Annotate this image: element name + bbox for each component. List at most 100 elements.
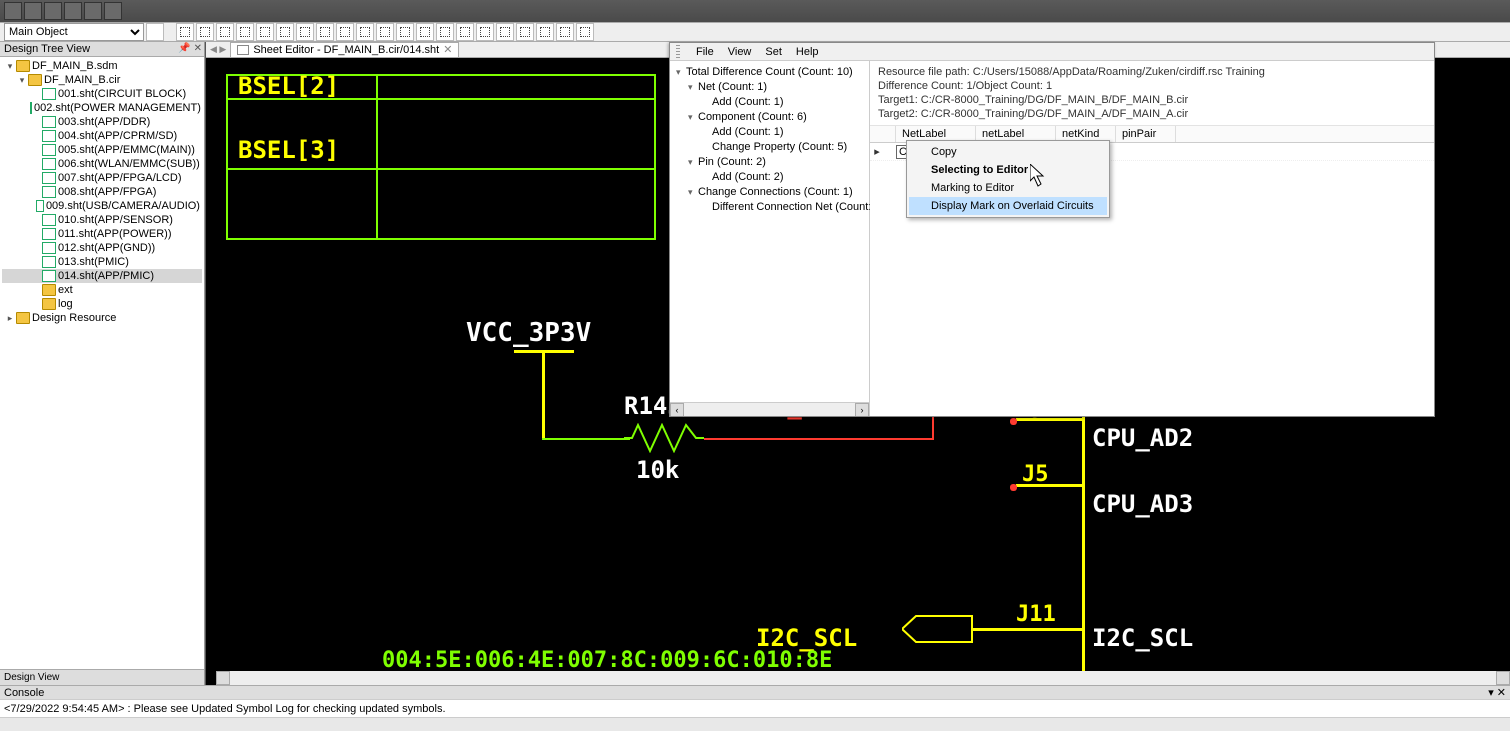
tool-icon[interactable] <box>146 23 164 41</box>
tree-sheet[interactable]: 009.sht(USB/CAMERA/AUDIO) <box>46 199 200 213</box>
tree-sheet[interactable]: 006.sht(WLAN/EMMC(SUB)) <box>58 157 200 171</box>
tool-icon[interactable] <box>236 23 254 41</box>
close-icon[interactable]: ✕ <box>443 43 452 58</box>
tool-icon[interactable] <box>64 2 82 20</box>
object-selector[interactable]: Main Object <box>4 23 144 41</box>
scroll-right-icon[interactable] <box>1496 671 1510 685</box>
tool-icon[interactable] <box>196 23 214 41</box>
tree-sheet[interactable]: 012.sht(APP(GND)) <box>58 241 155 255</box>
status-bar <box>0 717 1510 731</box>
menu-set[interactable]: Set <box>765 46 782 58</box>
folder-icon <box>16 60 30 72</box>
diff-root[interactable]: Total Difference Count (Count: 10) <box>686 66 853 78</box>
pin-icon[interactable]: ▾ ✕ <box>1488 686 1506 700</box>
menu-file[interactable]: File <box>696 46 714 58</box>
tree-sheet[interactable]: 007.sht(APP/FPGA/LCD) <box>58 171 182 185</box>
ctx-copy[interactable]: Copy <box>909 143 1107 161</box>
grip-icon[interactable] <box>676 45 680 59</box>
editor-tab[interactable]: Sheet Editor - DF_MAIN_B.cir/014.sht ✕ <box>230 42 459 57</box>
design-tree[interactable]: ▾DF_MAIN_B.sdm ▾DF_MAIN_B.cir 001.sht(CI… <box>0 57 204 669</box>
ctx-select-editor[interactable]: Selecting to Editor <box>909 161 1107 179</box>
resistor-icon <box>624 423 704 453</box>
scroll-left-icon[interactable] <box>216 671 230 685</box>
tree-log[interactable]: log <box>58 297 73 311</box>
scroll-right-icon[interactable]: › <box>855 403 869 416</box>
diff-net-add[interactable]: Add (Count: 1) <box>712 96 784 108</box>
ctx-overlay-mark[interactable]: Display Mark on Overlaid Circuits <box>909 197 1107 215</box>
net-label: I2C_SCL <box>1092 624 1193 652</box>
sheet-icon <box>42 186 56 198</box>
sheet-icon <box>42 144 56 156</box>
diff-comp-chg[interactable]: Change Property (Count: 5) <box>712 141 847 153</box>
tree-sheet[interactable]: 005.sht(APP/EMMC(MAIN)) <box>58 143 195 157</box>
diff-conn[interactable]: Change Connections (Count: 1) <box>698 186 853 198</box>
tool-icon[interactable] <box>356 23 374 41</box>
tool-icon[interactable] <box>276 23 294 41</box>
tree-sheet[interactable]: 002.sht(POWER MANAGEMENT) <box>34 101 201 115</box>
tree-sheet[interactable]: 010.sht(APP/SENSOR) <box>58 213 173 227</box>
difference-tree[interactable]: ▾Total Difference Count (Count: 10) ▾Net… <box>670 61 870 402</box>
toolbar-primary <box>0 0 1510 22</box>
diff-net[interactable]: Net (Count: 1) <box>698 81 767 93</box>
tool-icon[interactable] <box>216 23 234 41</box>
difference-menubar: File View Set Help <box>670 43 1434 61</box>
net-label: CPU_AD3 <box>1092 490 1193 518</box>
row-indicator-icon: ▸ <box>870 145 884 158</box>
tool-icon[interactable] <box>336 23 354 41</box>
tool-icon[interactable] <box>296 23 314 41</box>
tool-icon[interactable] <box>176 23 194 41</box>
tool-icon[interactable] <box>256 23 274 41</box>
sheet-icon <box>42 242 56 254</box>
tool-icon[interactable] <box>476 23 494 41</box>
sheet-footer-text: 004:5E:006:4E:007:8C:009:6C:010:8E <box>382 648 832 671</box>
diff-pin[interactable]: Pin (Count: 2) <box>698 156 766 168</box>
scroll-left-icon[interactable]: ‹ <box>670 403 684 416</box>
net-label: CPU_AD2 <box>1092 424 1193 452</box>
tool-icon[interactable] <box>456 23 474 41</box>
tool-icon[interactable] <box>24 2 42 20</box>
tool-icon[interactable] <box>44 2 62 20</box>
design-tree-panel: Design Tree View 📌 ✕ ▾DF_MAIN_B.sdm ▾DF_… <box>0 42 205 685</box>
meta-target2: Target2: C:/CR-8000_Training/DG/DF_MAIN_… <box>878 107 1426 121</box>
console-message: <7/29/2022 9:54:45 AM> : Please see Upda… <box>0 699 1510 717</box>
tool-icon[interactable] <box>516 23 534 41</box>
diff-pin-add[interactable]: Add (Count: 2) <box>712 171 784 183</box>
tool-icon[interactable] <box>416 23 434 41</box>
diff-comp-add[interactable]: Add (Count: 1) <box>712 126 784 138</box>
menu-view[interactable]: View <box>728 46 752 58</box>
diff-conn-net[interactable]: Different Connection Net (Count: 1) <box>712 201 870 213</box>
menu-help[interactable]: Help <box>796 46 819 58</box>
tree-sheet[interactable]: 003.sht(APP/DDR) <box>58 115 150 129</box>
horizontal-scrollbar[interactable] <box>216 671 1510 685</box>
pin-icon[interactable]: 📌 ✕ <box>178 43 202 54</box>
tool-icon[interactable] <box>536 23 554 41</box>
tool-icon[interactable] <box>104 2 122 20</box>
tool-icon[interactable] <box>556 23 574 41</box>
design-view-tab[interactable]: Design View <box>0 669 204 685</box>
console-titlebar[interactable]: Console ▾ ✕ <box>0 685 1510 699</box>
tool-icon[interactable] <box>496 23 514 41</box>
tree-sheet[interactable]: 011.sht(APP(POWER)) <box>58 227 172 241</box>
tree-sheet[interactable]: 008.sht(APP/FPGA) <box>58 185 156 199</box>
tree-root[interactable]: DF_MAIN_B.sdm <box>32 59 118 73</box>
diff-comp[interactable]: Component (Count: 6) <box>698 111 807 123</box>
tree-sheet[interactable]: 013.sht(PMIC) <box>58 255 129 269</box>
tree-design-resource[interactable]: Design Resource <box>32 311 116 325</box>
tree-cir[interactable]: DF_MAIN_B.cir <box>44 73 120 87</box>
tool-icon[interactable] <box>436 23 454 41</box>
console-label: Console <box>4 687 44 699</box>
tree-ext[interactable]: ext <box>58 283 73 297</box>
tree-scrollbar[interactable]: ‹ › <box>670 402 869 416</box>
tree-sheet[interactable]: 004.sht(APP/CPRM/SD) <box>58 129 177 143</box>
tree-sheet[interactable]: 001.sht(CIRCUIT BLOCK) <box>58 87 186 101</box>
grid-col[interactable]: pinPair <box>1116 126 1176 142</box>
ctx-mark-editor[interactable]: Marking to Editor <box>909 179 1107 197</box>
tool-icon[interactable] <box>4 2 22 20</box>
tree-sheet-selected[interactable]: 014.sht(APP/PMIC) <box>58 269 154 283</box>
tool-icon[interactable] <box>396 23 414 41</box>
tool-icon[interactable] <box>316 23 334 41</box>
tool-icon[interactable] <box>376 23 394 41</box>
pin-label: J5 <box>1022 462 1049 487</box>
tool-icon[interactable] <box>576 23 594 41</box>
tool-icon[interactable] <box>84 2 102 20</box>
